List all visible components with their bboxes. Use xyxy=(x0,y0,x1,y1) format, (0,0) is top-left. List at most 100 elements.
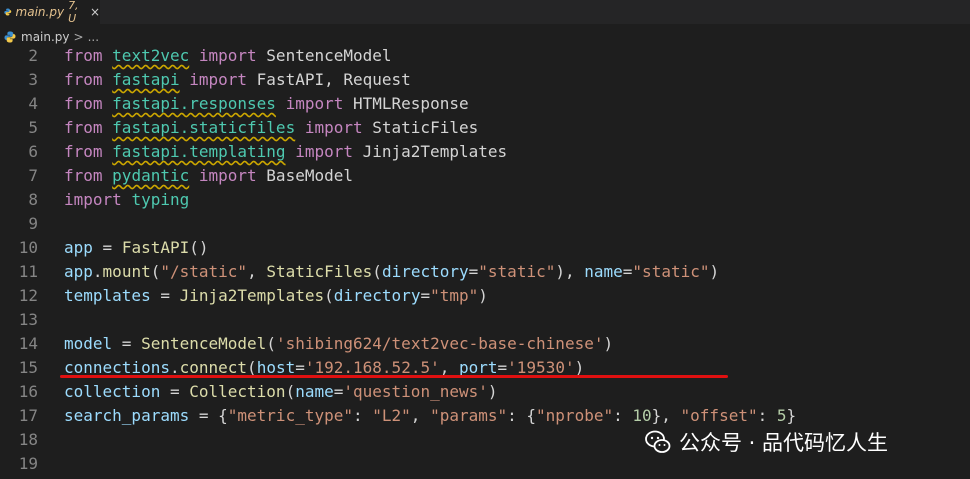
line-number: 14 xyxy=(18,334,38,353)
code-line[interactable]: 4 from fastapi.responses import HTMLRespo… xyxy=(0,92,970,116)
tab-bar: main.py 7, U × xyxy=(0,0,970,25)
code-token: import xyxy=(275,94,353,113)
code-line[interactable]: 9 xyxy=(0,212,970,236)
breadcrumb-file[interactable]: main.py xyxy=(21,30,70,44)
code-token: app xyxy=(64,262,93,281)
code-token: "static" xyxy=(478,262,556,281)
code-token: ) xyxy=(709,262,720,281)
code-token: : xyxy=(757,406,777,425)
code-token: typing xyxy=(131,190,190,209)
code-token: HTMLResponse xyxy=(353,94,469,113)
line-number: 4 xyxy=(28,94,38,113)
code-token: ) xyxy=(487,382,498,401)
code-line[interactable]: 8 import typing xyxy=(0,188,970,212)
code-token: , xyxy=(247,262,267,281)
code-text: import typing xyxy=(64,188,189,212)
code-token: from xyxy=(64,166,113,185)
code-token: "metric_type" xyxy=(227,406,353,425)
code-token: StaticFiles xyxy=(372,118,479,137)
code-token: = xyxy=(622,262,633,281)
code-token: Jinja2Templates xyxy=(179,286,325,305)
code-token: = xyxy=(92,238,122,257)
code-token: ) xyxy=(603,334,614,353)
code-token: ( xyxy=(150,262,161,281)
code-token: 'question_news' xyxy=(343,382,488,401)
code-token: "L2" xyxy=(372,406,411,425)
line-number: 11 xyxy=(18,262,38,281)
code-token: directory xyxy=(381,262,469,281)
line-number: 18 xyxy=(18,430,38,449)
close-icon[interactable]: × xyxy=(90,5,100,19)
code-text: from fastapi import FastAPI, Request xyxy=(64,68,411,92)
code-line[interactable]: 14 model = SentenceModel('shibing624/text… xyxy=(0,332,970,356)
line-number: 5 xyxy=(28,118,38,137)
code-text: from fastapi.responses import HTMLRespon… xyxy=(64,92,469,116)
watermark: 公众号 · 品代码忆人生 xyxy=(645,427,888,457)
line-number: 13 xyxy=(18,310,38,329)
code-token: 10 xyxy=(632,406,652,425)
code-text: from text2vec import SentenceModel xyxy=(64,44,392,68)
code-token: } xyxy=(786,406,797,425)
code-token: import xyxy=(295,118,373,137)
code-token: import xyxy=(189,46,267,65)
code-token: = xyxy=(112,334,142,353)
tab-title: main.py xyxy=(15,5,65,19)
code-token: "tmp" xyxy=(430,286,479,305)
code-token: from xyxy=(64,70,113,89)
code-line[interactable]: 3 from fastapi import FastAPI, Request xyxy=(0,68,970,92)
code-text: collection = Collection(name='question_n… xyxy=(64,380,498,404)
code-token: "params" xyxy=(430,406,508,425)
code-token: ) xyxy=(478,286,488,305)
line-number: 10 xyxy=(18,238,38,257)
code-token: : { xyxy=(507,406,537,425)
code-token: mount xyxy=(102,262,151,281)
code-token: fastapi xyxy=(112,70,180,89)
line-number: 9 xyxy=(28,214,38,233)
tab-main-py[interactable]: main.py 7, U × xyxy=(0,0,100,25)
code-token: ( xyxy=(372,262,382,281)
code-token: pydantic xyxy=(112,166,190,185)
code-line[interactable]: 5 from fastapi.staticfiles import StaticF… xyxy=(0,116,970,140)
code-token: collection xyxy=(64,382,161,401)
code-line[interactable]: 7 from pydantic import BaseModel xyxy=(0,164,970,188)
code-token: model xyxy=(64,334,113,353)
code-token: import xyxy=(285,142,363,161)
code-editor[interactable]: 2 from text2vec import SentenceModel 3 from… xyxy=(0,44,970,479)
code-token: ( xyxy=(324,286,334,305)
line-number: 2 xyxy=(28,46,38,65)
code-line[interactable]: 13 xyxy=(0,308,970,332)
code-token: fastapi.responses xyxy=(112,94,276,113)
code-token: fastapi.templating xyxy=(112,142,286,161)
code-token: BaseModel xyxy=(266,166,353,185)
code-token: }, xyxy=(651,406,681,425)
code-token: from xyxy=(64,142,113,161)
code-token: , xyxy=(410,406,431,425)
code-line[interactable]: 17 search_params = {"metric_type": "L2", … xyxy=(0,404,970,428)
red-underline-annotation xyxy=(60,375,728,378)
code-token: ( xyxy=(266,334,276,353)
line-number: 15 xyxy=(18,358,38,377)
code-token: SentenceModel xyxy=(141,334,267,353)
code-token: FastAPI xyxy=(121,238,190,257)
watermark-text: 公众号 · 品代码忆人生 xyxy=(679,431,889,455)
code-token: "/static" xyxy=(160,262,248,281)
code-text: from pydantic import BaseModel xyxy=(64,164,353,188)
code-token: from xyxy=(64,46,113,65)
line-number: 19 xyxy=(18,454,38,473)
code-line[interactable]: 12 templates = Jinja2Templates(directory=… xyxy=(0,284,970,308)
code-token: 5 xyxy=(776,406,787,425)
code-token: app xyxy=(64,238,93,257)
code-token: ( xyxy=(285,382,296,401)
breadcrumb-more[interactable]: ... xyxy=(88,30,99,44)
code-token: search_params xyxy=(64,406,190,425)
code-line[interactable]: 10 app = FastAPI() xyxy=(0,236,970,260)
code-line[interactable]: 2 from text2vec import SentenceModel xyxy=(0,44,970,68)
code-text: app.mount("/static", StaticFiles(directo… xyxy=(64,260,719,284)
code-line[interactable]: 6 from fastapi.templating import Jinja2Te… xyxy=(0,140,970,164)
code-line[interactable]: 11 app.mount("/static", StaticFiles(direc… xyxy=(0,260,970,284)
code-text: model = SentenceModel('shibing624/text2v… xyxy=(64,332,613,356)
code-token: "nprobe" xyxy=(536,406,614,425)
code-token: : xyxy=(353,406,373,425)
line-number: 8 xyxy=(28,190,38,209)
code-line[interactable]: 16 collection = Collection(name='question… xyxy=(0,380,970,404)
